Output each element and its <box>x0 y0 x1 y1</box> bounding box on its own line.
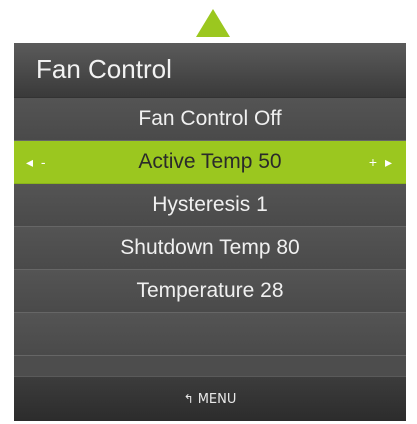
menu-item-shutdown-temp[interactable]: Shutdown Temp 80 <box>14 227 406 270</box>
back-arrow-icon: ↰ <box>183 392 194 406</box>
menu-item-hysteresis[interactable]: Hysteresis 1 <box>14 184 406 227</box>
menu-item-fan-control[interactable]: Fan Control Off <box>14 98 406 141</box>
empty-menu-row <box>14 313 406 356</box>
scroll-up-icon[interactable] <box>196 9 230 37</box>
menu-item-label: Fan Control Off <box>138 107 282 130</box>
screen: Fan Control Fan Control Off ◂ - Active T… <box>0 0 417 424</box>
menu-item-label: Hysteresis 1 <box>152 193 268 216</box>
menu-item-active-temp[interactable]: ◂ - Active Temp 50 + ▸ <box>14 141 406 184</box>
menu-item-label: Shutdown Temp 80 <box>120 236 300 259</box>
menu-item-label: Temperature 28 <box>136 279 284 302</box>
menu-button[interactable]: ↰ MENU <box>14 391 406 408</box>
fan-control-panel: Fan Control Fan Control Off ◂ - Active T… <box>14 43 406 421</box>
panel-title: Fan Control <box>36 54 172 84</box>
menu-list: Fan Control Off ◂ - Active Temp 50 + ▸ H… <box>14 98 406 387</box>
menu-label: MENU <box>197 392 237 407</box>
panel-header: Fan Control <box>14 43 406 98</box>
menu-footer[interactable]: ↰ MENU <box>14 376 406 421</box>
menu-item-label: Active Temp 50 <box>138 150 282 173</box>
increase-icon[interactable]: + ▸ <box>369 154 394 170</box>
menu-item-temperature: Temperature 28 <box>14 270 406 313</box>
